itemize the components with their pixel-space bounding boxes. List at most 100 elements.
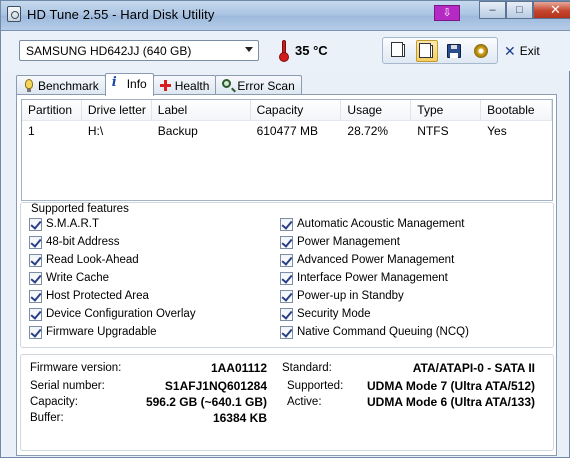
feature-write-cache: Write Cache (29, 270, 109, 286)
exit-label: Exit (519, 44, 540, 58)
standard-label: Standard: (282, 362, 332, 374)
column-header-capacity[interactable]: Capacity (251, 100, 342, 120)
title-bar[interactable]: HD Tune 2.55 - Hard Disk Utility ⇩ – □ ✕ (1, 1, 570, 31)
save-icon (446, 43, 461, 58)
info-icon: i (111, 75, 117, 90)
checkbox[interactable] (280, 217, 293, 231)
feature-apm: Advanced Power Management (280, 252, 454, 268)
options-button[interactable] (470, 40, 492, 62)
column-header-usage[interactable]: Usage (341, 100, 412, 120)
serial-value: S1AFJ1NQ601284 (164, 379, 267, 393)
feature-label: S.M.A.R.T (46, 218, 100, 230)
tab-label: Error Scan (237, 79, 295, 93)
toolbar: SAMSUNG HD642JJ (640 GB) 35 °C ✕ Exit (1, 31, 570, 71)
window-controls: – □ ✕ (479, 1, 570, 21)
exit-button[interactable]: ✕ Exit (504, 41, 550, 61)
tab-error-scan[interactable]: Error Scan (215, 75, 302, 95)
tab-benchmark[interactable]: Benchmark (16, 75, 106, 95)
tool-button-group (382, 37, 498, 64)
feature-puis: Power-up in Standby (280, 288, 404, 304)
feature-label: Power Management (297, 236, 400, 248)
capacity-value: 596.2 GB (~640.1 GB) (145, 395, 267, 409)
save-button[interactable] (443, 40, 465, 62)
checkbox[interactable] (29, 235, 42, 249)
tab-info[interactable]: i Info (104, 73, 154, 96)
close-button[interactable]: ✕ (533, 1, 570, 19)
drive-info-group: Firmware version: 1AA01112 Serial number… (20, 354, 554, 451)
checkbox[interactable] (280, 325, 293, 339)
feature-label: 48-bit Address (46, 236, 120, 248)
checkbox[interactable] (29, 253, 42, 267)
cell-label: Backup (157, 124, 198, 138)
maximize-button[interactable]: □ (506, 1, 533, 19)
feature-label: Interface Power Management (297, 272, 448, 284)
checkbox[interactable] (29, 325, 42, 339)
feature-smart: S.M.A.R.T (29, 216, 99, 232)
feature-firmware-upgradable: Firmware Upgradable (29, 324, 157, 340)
tab-health[interactable]: Health (152, 75, 217, 95)
feature-label: Automatic Acoustic Management (297, 218, 465, 230)
app-window: HD Tune 2.55 - Hard Disk Utility ⇩ – □ ✕… (0, 0, 570, 458)
supported-features-group: Supported features S.M.A.R.T 48-bit Addr… (20, 202, 554, 348)
feature-security-mode: Security Mode (280, 306, 371, 322)
copy-text-icon (390, 41, 405, 57)
feature-ncq: Native Command Queuing (NCQ) (280, 324, 469, 340)
checkbox[interactable] (280, 289, 293, 303)
active-label: Active: (287, 396, 322, 408)
chevron-down-icon (245, 47, 253, 52)
cell-partition: 1 (28, 124, 35, 138)
copy-screenshot-icon (418, 42, 433, 58)
feature-label: Firmware Upgradable (46, 326, 157, 338)
feature-label: Security Mode (297, 308, 371, 320)
firmware-value: 1AA01112 (210, 361, 267, 375)
temperature-readout: 35 °C (295, 43, 328, 58)
column-header-bootable[interactable]: Bootable (481, 100, 553, 120)
checkbox[interactable] (280, 307, 293, 321)
checkbox[interactable] (29, 271, 42, 285)
copy-screenshot-button[interactable] (415, 39, 438, 62)
serial-label: Serial number: (30, 380, 105, 392)
supported-value: UDMA Mode 7 (Ultra ATA/512) (366, 379, 535, 393)
firmware-label: Firmware version: (30, 362, 122, 374)
drive-dropdown[interactable]: SAMSUNG HD642JJ (640 GB) (19, 40, 259, 61)
checkbox[interactable] (29, 217, 42, 231)
feature-label: Host Protected Area (46, 290, 149, 302)
minimize-button[interactable]: – (479, 1, 506, 19)
supported-label: Supported: (287, 380, 344, 392)
info-panel: Partition Drive letter Label Capacity Us… (16, 94, 557, 456)
column-header-drive-letter[interactable]: Drive letter (82, 100, 152, 120)
exit-x-icon: ✕ (504, 42, 516, 59)
copy-text-button[interactable] (389, 40, 411, 62)
partition-table: Partition Drive letter Label Capacity Us… (21, 99, 553, 201)
feature-label: Advanced Power Management (297, 254, 455, 266)
cell-capacity: 610477 MB (256, 124, 318, 138)
health-cross-icon (159, 79, 171, 92)
table-row[interactable]: 1 H:\ Backup 610477 MB 28.72% NTFS Yes (22, 121, 552, 139)
feature-read-look-ahead: Read Look-Ahead (29, 252, 139, 268)
active-value: UDMA Mode 6 (Ultra ATA/133) (366, 395, 535, 409)
buffer-label: Buffer: (30, 412, 64, 424)
checkbox[interactable] (280, 271, 293, 285)
checkbox[interactable] (29, 289, 42, 303)
column-header-partition[interactable]: Partition (22, 100, 82, 120)
capacity-label: Capacity: (30, 396, 78, 408)
checkbox[interactable] (280, 253, 293, 267)
feature-label: Read Look-Ahead (46, 254, 139, 266)
tab-label: Health (174, 79, 210, 93)
feature-power-management: Power Management (280, 234, 400, 250)
feature-aam: Automatic Acoustic Management (280, 216, 464, 232)
column-header-label[interactable]: Label (152, 100, 251, 120)
partition-table-header: Partition Drive letter Label Capacity Us… (22, 100, 553, 121)
options-icon (473, 43, 488, 58)
feature-dco: Device Configuration Overlay (29, 306, 196, 322)
download-arrow-icon[interactable]: ⇩ (434, 5, 460, 21)
checkbox[interactable] (280, 235, 293, 249)
thermometer-icon (279, 40, 289, 62)
tab-bar: Benchmark i Info Health Error Scan (16, 73, 302, 96)
cell-usage: 28.72% (347, 124, 389, 138)
feature-48bit: 48-bit Address (29, 234, 120, 250)
magnifier-icon (222, 79, 233, 92)
cell-type: NTFS (417, 124, 449, 138)
column-header-type[interactable]: Type (411, 100, 482, 120)
checkbox[interactable] (29, 307, 42, 321)
